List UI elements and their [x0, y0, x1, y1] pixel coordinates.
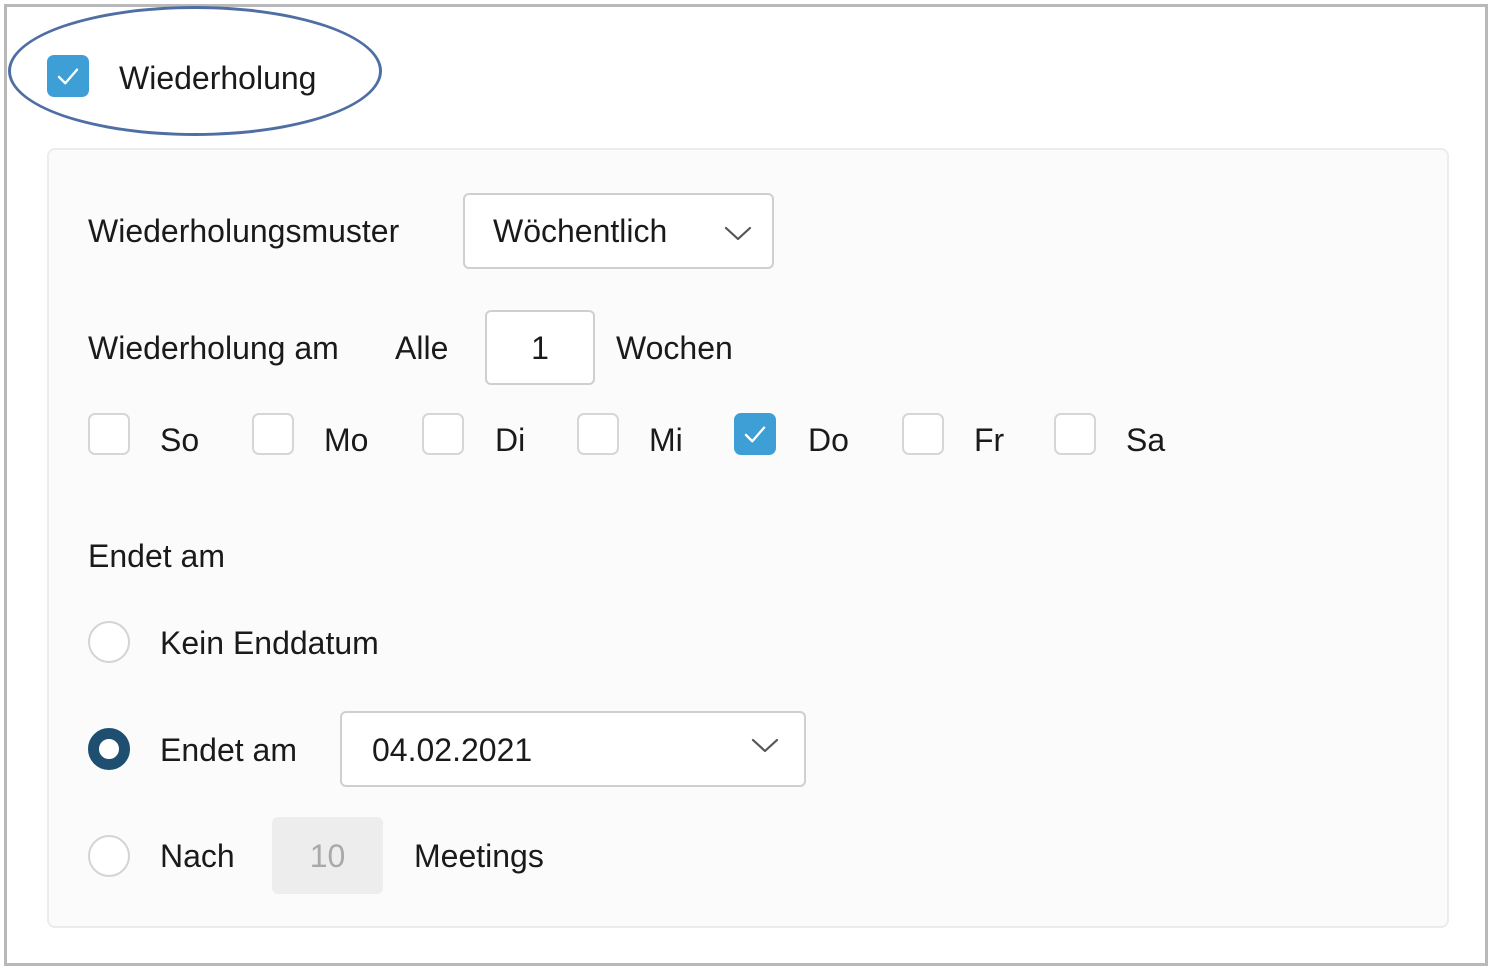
chevron-down-icon [751, 738, 779, 753]
day-label-fr: Fr [974, 422, 1005, 458]
day-checkbox-fr[interactable] [902, 413, 944, 455]
day-checkbox-so[interactable] [88, 413, 130, 455]
pattern-dropdown[interactable]: Wöchentlich [463, 193, 774, 269]
chevron-down-icon [724, 226, 752, 241]
no-end-date-label: Kein Enddatum [160, 625, 379, 661]
interval-value: 1 [531, 330, 549, 366]
day-label-mi: Mi [649, 422, 683, 458]
repeat-checkbox[interactable] [47, 55, 89, 97]
day-label-mo: Mo [324, 422, 369, 458]
check-icon [744, 426, 766, 443]
interval-suffix: Wochen [616, 330, 733, 366]
meeting-count-value: 10 [309, 838, 346, 874]
day-checkbox-do[interactable] [734, 413, 776, 455]
end-date-picker[interactable]: 04.02.2021 [340, 711, 806, 787]
day-label-so: So [160, 422, 200, 458]
interval-label: Wiederholung am [88, 330, 339, 366]
interval-input[interactable]: 1 [485, 310, 595, 385]
meetings-suffix: Meetings [414, 838, 544, 874]
check-icon [57, 68, 79, 85]
day-checkbox-di[interactable] [422, 413, 464, 455]
repeat-label: Wiederholung [119, 60, 317, 96]
radio-end-on-date[interactable] [88, 728, 130, 770]
day-checkbox-sa[interactable] [1054, 413, 1096, 455]
end-date-value: 04.02.2021 [372, 732, 533, 768]
radio-after-count[interactable] [88, 835, 130, 877]
day-label-di: Di [495, 422, 526, 458]
after-count-label: Nach [160, 838, 235, 874]
interval-prefix: Alle [395, 330, 449, 366]
day-checkbox-mi[interactable] [577, 413, 619, 455]
day-checkbox-mo[interactable] [252, 413, 294, 455]
meeting-count-input[interactable]: 10 [272, 817, 383, 894]
day-label-sa: Sa [1126, 422, 1166, 458]
day-label-do: Do [808, 422, 849, 458]
pattern-selected-value: Wöchentlich [493, 213, 668, 249]
end-on-date-label: Endet am [160, 732, 297, 768]
end-section-title: Endet am [88, 538, 225, 574]
pattern-label: Wiederholungsmuster [88, 213, 400, 249]
radio-no-end-date[interactable] [88, 621, 130, 663]
